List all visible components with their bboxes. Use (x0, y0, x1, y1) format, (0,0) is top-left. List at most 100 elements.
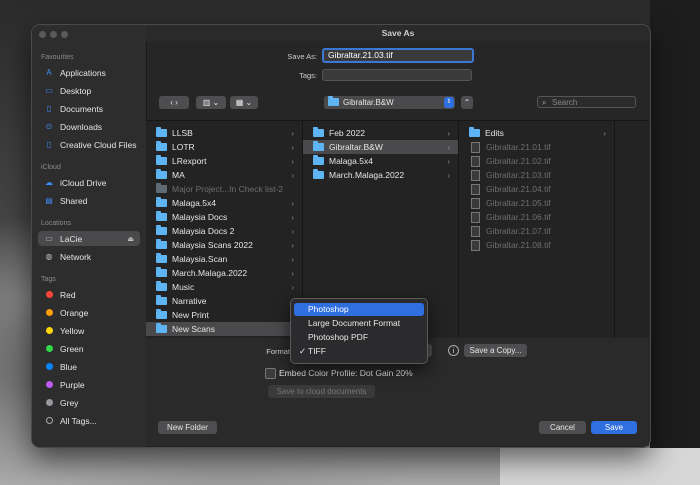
folder-row[interactable]: Malaysia Scans 2022 › (146, 238, 302, 252)
file-row[interactable]: Gibraltar.21.01.tif (459, 140, 614, 154)
new-folder-button[interactable]: New Folder (158, 421, 217, 434)
documents-icon: ▯ (46, 104, 52, 113)
folder-row[interactable]: LOTR › (146, 140, 302, 154)
filename-field[interactable]: Gibraltar.21.03.tif (322, 48, 474, 63)
creative-cloud-icon: ▯ (46, 140, 52, 149)
embed-color-profile-checkbox[interactable] (265, 368, 276, 379)
chevron-left-icon[interactable]: ‹ (170, 98, 173, 107)
chevron-right-icon: › (447, 142, 450, 152)
format-option-tiff[interactable]: ✓ TIFF (294, 345, 424, 358)
folder-row-selected[interactable]: Gibraltar.B&W › (303, 140, 458, 154)
location-popup[interactable]: Gibraltar.B&W ⇕ (324, 96, 455, 109)
sidebar-item-shared[interactable]: ▤ Shared (38, 193, 140, 208)
format-dropdown-menu: Photoshop Large Document Format Photosho… (290, 298, 428, 364)
icloud-header: iCloud (41, 164, 61, 171)
save-to-cloud-button[interactable]: Save to cloud documents (268, 385, 375, 398)
dialog-title: Save As (146, 25, 650, 41)
file-row[interactable]: Gibraltar.21.07.tif (459, 224, 614, 238)
tag-red[interactable]: Red (38, 287, 140, 302)
close-button[interactable] (39, 31, 46, 38)
chevron-right-icon: › (291, 212, 294, 222)
all-tags-icon (46, 417, 53, 424)
folder-icon (156, 127, 167, 137)
folder-row[interactable]: Malaga.5x4 › (303, 154, 458, 168)
drive-icon: ▭ (45, 234, 53, 243)
sidebar-item-network[interactable]: ◍ Network (38, 249, 140, 264)
folder-icon (156, 197, 167, 207)
folder-row-selected[interactable]: New Scans› (146, 322, 302, 336)
sidebar-item-downloads[interactable]: ⊙ Downloads (38, 119, 140, 134)
folder-row[interactable]: LLSB › (146, 126, 302, 140)
folder-row[interactable]: Malaga.5x4 › (146, 196, 302, 210)
folder-icon (469, 127, 480, 137)
chevron-right-icon[interactable]: › (175, 98, 178, 107)
folder-icon (313, 141, 324, 151)
file-row[interactable]: Gibraltar.21.04.tif (459, 182, 614, 196)
folder-icon (313, 155, 324, 165)
tag-orange[interactable]: Orange (38, 305, 140, 320)
folder-icon (156, 309, 167, 319)
sidebar-item-documents[interactable]: ▯ Documents (38, 101, 140, 116)
folder-icon (156, 155, 167, 165)
file-row[interactable]: Gibraltar.21.06.tif (459, 210, 614, 224)
file-row[interactable]: Gibraltar.21.08.tif (459, 238, 614, 252)
format-option-large-document[interactable]: Large Document Format (294, 317, 424, 330)
tag-grey[interactable]: Grey (38, 395, 140, 410)
checkmark-icon: ✓ (299, 346, 307, 356)
columns-view-icon: ▥ ⌄ (202, 98, 220, 107)
folder-row[interactable]: Malaysia.Scan › (146, 252, 302, 266)
cancel-button[interactable]: Cancel (539, 421, 586, 434)
folder-icon (156, 169, 167, 179)
group-button[interactable]: ▦ ⌄ (230, 96, 258, 109)
eject-icon[interactable]: ⏏ (127, 235, 134, 243)
sidebar-item-lacie[interactable]: ▭ LaCie ⏏ (38, 231, 140, 246)
file-row[interactable]: Gibraltar.21.02.tif (459, 154, 614, 168)
format-option-photoshop[interactable]: Photoshop (294, 303, 424, 316)
folder-row[interactable]: March.Malaga.2022 › (146, 266, 302, 280)
zoom-button[interactable] (61, 31, 68, 38)
save-button[interactable]: Save (591, 421, 637, 434)
file-row[interactable]: Gibraltar.21.03.tif (459, 168, 614, 182)
sidebar-item-creative-cloud[interactable]: ▯ Creative Cloud Files (38, 137, 140, 152)
file-row[interactable]: Gibraltar.21.05.tif (459, 196, 614, 210)
tag-blue[interactable]: Blue (38, 359, 140, 374)
folder-row[interactable]: MA › (146, 168, 302, 182)
folder-row[interactable]: LRexport › (146, 154, 302, 168)
view-mode-button[interactable]: ▥ ⌄ (196, 96, 226, 109)
sidebar-item-icloud-drive[interactable]: ☁ iCloud Drive (38, 175, 140, 190)
tag-yellow[interactable]: Yellow (38, 323, 140, 338)
folder-row[interactable]: Malaysia Docs › (146, 210, 302, 224)
tag-all[interactable]: All Tags... (38, 413, 140, 428)
orange-dot-icon (46, 309, 53, 316)
expand-button[interactable]: ⌃ (461, 96, 473, 109)
search-icon: ⌕ (542, 98, 547, 107)
chevron-right-icon: › (291, 128, 294, 138)
embed-color-profile-label: Embed Color Profile: Dot Gain 20% (279, 368, 413, 378)
yellow-dot-icon (46, 327, 53, 334)
tag-green[interactable]: Green (38, 341, 140, 356)
chevron-right-icon: › (291, 268, 294, 278)
background-bright-area (500, 448, 700, 485)
info-icon[interactable]: i (448, 345, 459, 356)
folder-row[interactable]: Narrative› (146, 294, 302, 308)
folder-row[interactable]: Edits › (459, 126, 614, 140)
chevron-right-icon: › (603, 128, 606, 138)
folder-row[interactable]: Malaysia Docs 2 › (146, 224, 302, 238)
folder-row[interactable]: Major Project...In Check list-2 (146, 182, 302, 196)
sidebar-item-desktop[interactable]: ▭ Desktop (38, 83, 140, 98)
globe-icon: ◍ (45, 252, 53, 261)
format-option-photoshop-pdf[interactable]: Photoshop PDF (294, 331, 424, 344)
save-copy-button[interactable]: Save a Copy... (464, 344, 527, 357)
folder-row[interactable]: Feb 2022 › (303, 126, 458, 140)
sidebar-item-applications[interactable]: A Applications (38, 65, 140, 80)
minimize-button[interactable] (50, 31, 57, 38)
tags-field[interactable] (322, 69, 472, 81)
tag-purple[interactable]: Purple (38, 377, 140, 392)
back-forward-buttons[interactable]: ‹ › (159, 96, 189, 109)
folder-row[interactable]: March.Malaga.2022 › (303, 168, 458, 182)
blue-dot-icon (46, 363, 53, 370)
folder-row[interactable]: New Print› (146, 308, 302, 322)
folder-row[interactable]: Music › (146, 280, 302, 294)
purple-dot-icon (46, 381, 53, 388)
search-field[interactable]: ⌕ Search (537, 96, 636, 108)
